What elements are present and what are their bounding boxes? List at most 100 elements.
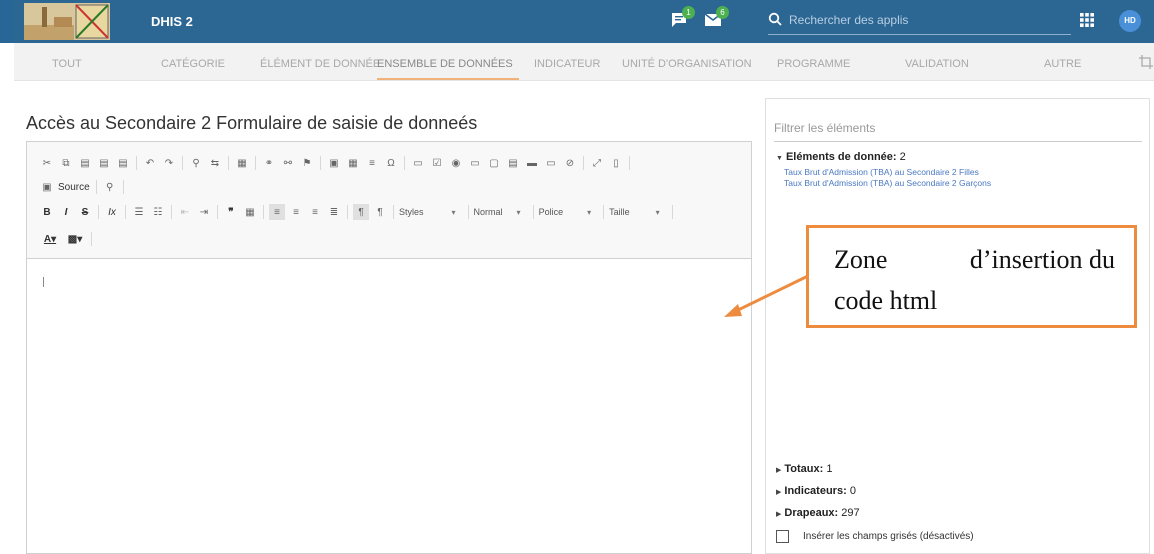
source-button[interactable]: Source	[58, 182, 90, 193]
form-icon[interactable]: ▭	[410, 155, 426, 171]
flags-section[interactable]: ▶ Drapeaux: 297	[776, 507, 860, 519]
align-right-icon[interactable]: ≡	[307, 204, 323, 220]
flags-label: Drapeaux:	[784, 507, 839, 519]
tab-indicator[interactable]: INDICATEUR	[534, 58, 600, 70]
justify-icon[interactable]: ≣	[326, 204, 342, 220]
source-icon[interactable]: ▣	[39, 179, 55, 195]
button-field-icon[interactable]: ▬	[524, 155, 540, 171]
mail-button[interactable]: 6	[704, 6, 729, 34]
data-elements-section[interactable]: ▼ Eléments de donnée: 2	[776, 151, 906, 163]
maximize-icon[interactable]: ⤢	[589, 155, 605, 171]
copy-icon[interactable]: ⧉	[58, 155, 74, 171]
table-icon[interactable]: ▦	[345, 155, 361, 171]
toolbar-separator	[255, 156, 256, 170]
bg-color-icon[interactable]: ▩▾	[64, 231, 86, 247]
special-char-icon[interactable]: Ω	[383, 155, 399, 171]
paste-icon[interactable]: ▤	[77, 155, 93, 171]
section-tabs: TOUT CATÉGORIE ÉLÉMENT DE DONNÉE ENSEMBL…	[14, 43, 1154, 81]
remove-format-icon[interactable]: Ix	[104, 204, 120, 220]
messages-badge: 1	[682, 6, 695, 19]
paste-text-icon[interactable]: ▤	[96, 155, 112, 171]
tab-data-set[interactable]: ENSEMBLE DE DONNÉES	[377, 58, 513, 70]
format-label: Normal	[473, 207, 503, 217]
anchor-icon[interactable]: ⚑	[299, 155, 315, 171]
outdent-icon[interactable]: ⇤	[177, 204, 193, 220]
checkbox-icon[interactable]: ☑	[429, 155, 445, 171]
size-select[interactable]: Taille ▾	[609, 207, 660, 217]
align-center-icon[interactable]: ≡	[288, 204, 304, 220]
app-search[interactable]	[768, 9, 1071, 35]
data-element-item[interactable]: Taux Brut d'Admission (TBA) au Secondair…	[784, 167, 979, 177]
indicators-section[interactable]: ▶ Indicateurs: 0	[776, 485, 856, 497]
callout-line-2: code html	[834, 286, 938, 315]
redo-icon[interactable]: ↷	[161, 155, 177, 171]
crop-icon[interactable]	[1139, 55, 1153, 69]
align-left-icon[interactable]: ≡	[269, 204, 285, 220]
show-blocks-icon[interactable]: ▯	[608, 155, 624, 171]
apps-menu-icon[interactable]	[1080, 13, 1094, 32]
toolbar-separator	[629, 156, 630, 170]
link-icon[interactable]: ⚭	[261, 155, 277, 171]
user-avatar[interactable]: HD	[1119, 10, 1141, 32]
app-title[interactable]: DHIS 2	[151, 14, 193, 29]
tab-validation[interactable]: VALIDATION	[905, 58, 969, 70]
select-field-icon[interactable]: ▤	[505, 155, 521, 171]
tab-org-unit[interactable]: UNITÉ D'ORGANISATION	[622, 58, 752, 70]
italic-icon[interactable]: I	[58, 204, 74, 220]
styles-select[interactable]: Styles ▾	[399, 207, 456, 217]
toolbar-separator	[404, 156, 405, 170]
filter-elements-input[interactable]	[774, 121, 1142, 142]
bulleted-list-icon[interactable]: ☷	[150, 204, 166, 220]
text-color-icon[interactable]: A▾	[39, 231, 61, 247]
greyed-fields-option[interactable]: Insérer les champs grisés (désactivés)	[776, 530, 974, 543]
blockquote-icon[interactable]: ❞	[223, 204, 239, 220]
data-elements-label: Eléments de donnée:	[785, 151, 897, 163]
font-label: Police	[538, 207, 564, 217]
undo-icon[interactable]: ↶	[142, 155, 158, 171]
indicators-count: 0	[849, 485, 856, 497]
textarea-icon[interactable]: ▢	[486, 155, 502, 171]
tab-data-element[interactable]: ÉLÉMENT DE DONNÉE	[260, 58, 380, 70]
totals-section[interactable]: ▶ Totaux: 1	[776, 463, 832, 475]
toolbar-separator	[263, 205, 264, 219]
tab-other[interactable]: AUTRE	[1044, 58, 1081, 70]
preview-icon[interactable]: ⚲	[102, 179, 118, 195]
strike-icon[interactable]: S	[77, 204, 93, 220]
radio-icon[interactable]: ◉	[448, 155, 464, 171]
paste-word-icon[interactable]: ▤	[115, 155, 131, 171]
search-input[interactable]	[789, 13, 1059, 27]
image-icon[interactable]: ▣	[326, 155, 342, 171]
hidden-field-icon[interactable]: ⊘	[562, 155, 578, 171]
app-logo[interactable]	[24, 3, 110, 40]
indent-icon[interactable]: ⇥	[196, 204, 212, 220]
data-elements-count: 2	[899, 151, 906, 163]
horizontal-rule-icon[interactable]: ≡	[364, 155, 380, 171]
messages-button[interactable]: 1	[670, 6, 695, 34]
editor-content-area[interactable]	[27, 259, 751, 553]
chevron-down-icon: ▾	[451, 207, 456, 217]
format-select[interactable]: Normal ▾	[474, 207, 521, 217]
greyed-fields-checkbox[interactable]	[776, 530, 789, 543]
select-all-icon[interactable]: ▦	[234, 155, 250, 171]
mail-badge: 6	[716, 6, 729, 19]
tab-all[interactable]: TOUT	[52, 58, 82, 70]
collapsed-triangle-icon: ▶	[776, 511, 782, 518]
tab-category[interactable]: CATÉGORIE	[161, 58, 225, 70]
page-title: Accès au Secondaire 2 Formulaire de sais…	[26, 113, 478, 133]
rtl-icon[interactable]: ¶	[372, 204, 388, 220]
image-button-icon[interactable]: ▭	[543, 155, 559, 171]
data-element-item[interactable]: Taux Brut d'Admission (TBA) au Secondair…	[784, 178, 991, 188]
top-bar: DHIS 2 1 6 Rechercher des applis HD	[0, 0, 1154, 43]
unlink-icon[interactable]: ⚯	[280, 155, 296, 171]
font-select[interactable]: Police ▾	[539, 207, 592, 217]
bold-icon[interactable]: B	[39, 204, 55, 220]
ltr-icon[interactable]: ¶	[353, 204, 369, 220]
div-container-icon[interactable]: ▦	[242, 204, 258, 220]
find-icon[interactable]: ⚲	[188, 155, 204, 171]
textfield-icon[interactable]: ▭	[467, 155, 483, 171]
expanded-triangle-icon: ▼	[776, 155, 783, 162]
numbered-list-icon[interactable]: ☰	[131, 204, 147, 220]
replace-icon[interactable]: ⇆	[207, 155, 223, 171]
tab-program[interactable]: PROGRAMME	[777, 58, 850, 70]
cut-icon[interactable]: ✂	[39, 155, 55, 171]
